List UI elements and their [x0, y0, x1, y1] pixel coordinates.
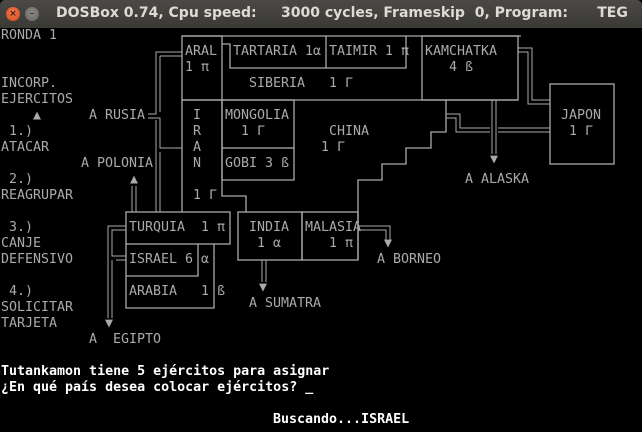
exit-egipto: A EGIPTO — [89, 332, 162, 347]
border-china-stairs — [357, 100, 447, 260]
link-kamchatka-japon — [518, 47, 550, 101]
country-iran-letter[interactable]: R — [193, 124, 201, 140]
country-siberia[interactable]: SIBERIA — [249, 76, 305, 92]
country-siberia-armies: 1 Γ — [329, 76, 354, 91]
exit-polonia: A POLONIA — [81, 156, 154, 171]
country-india-armies: 1 α — [257, 236, 282, 251]
round-label: RONDA 1 — [1, 28, 58, 43]
console-prompt-input[interactable]: ¿En qué país desea colocar ejércitos? _ — [1, 380, 313, 396]
window-title: DOSBox 0.74, Cpu speed: 3000 cycles, Fra… — [56, 5, 628, 21]
country-malasia-armies: 1 π — [329, 236, 354, 251]
menu-option-canje-line1[interactable]: CANJE — [1, 236, 41, 252]
egipto-arrow-icon: ▼ — [105, 316, 114, 331]
country-israel-armies: α — [201, 252, 210, 267]
country-tartaria[interactable]: TARTARIA 1α — [233, 44, 321, 60]
country-arabia[interactable]: ARABIA 1 ß — [129, 284, 225, 300]
link-egipto — [107, 225, 126, 318]
country-israel[interactable]: ISRAEL 6 — [129, 252, 193, 268]
dos-screen[interactable]: RONDA 1 INCORP. EJERCITOS ▲ 1.) ATACAR 2… — [1, 28, 641, 428]
menu-option-4-number[interactable]: 4.) — [9, 284, 33, 300]
borneo-arrow-icon: ▼ — [384, 236, 393, 251]
alaska-arrow-icon: ▼ — [490, 152, 499, 167]
sumatra-arrow-icon: ▼ — [259, 280, 268, 295]
country-gobi[interactable]: GOBI 3 ß — [225, 156, 289, 172]
menu-option-2-number[interactable]: 2.) — [9, 172, 33, 188]
menu-option-canje-line2[interactable]: DEFENSIVO — [1, 252, 73, 268]
country-iran-armies: 1 Γ — [193, 188, 218, 203]
country-mongolia-armies: 1 Γ — [241, 124, 266, 139]
country-china[interactable]: CHINA — [329, 124, 369, 140]
country-malasia[interactable]: MALASIA — [305, 220, 361, 236]
country-japon-armies: 1 Γ — [569, 124, 594, 139]
country-japon[interactable]: JAPON — [561, 108, 601, 124]
country-turquia[interactable]: TURQUIA 1 π — [129, 220, 225, 236]
country-taimir[interactable]: TAIMIR 1 π — [329, 44, 409, 60]
country-iran-letter[interactable]: N — [193, 156, 201, 172]
search-status: Buscando...ISRAEL — [273, 412, 410, 427]
country-kamchatka[interactable]: KAMCHATKA — [425, 44, 497, 60]
menu-incorp-line1[interactable]: INCORP. — [1, 76, 57, 92]
menu-incorp-line2[interactable]: EJERCITOS — [1, 92, 73, 108]
exit-rusia: A RUSIA — [89, 108, 146, 123]
menu-option-1-number[interactable]: 1.) — [9, 124, 33, 140]
exit-alaska: A ALASKA — [465, 172, 530, 187]
dosbox-window: × – DOSBox 0.74, Cpu speed: 3000 cycles,… — [0, 0, 642, 432]
link-rusia-b — [148, 117, 182, 149]
link-china-japon — [446, 113, 490, 129]
country-aral-armies: 1 π — [185, 60, 210, 75]
map-borders — [125, 35, 615, 309]
exit-sumatra: A SUMATRA — [249, 296, 322, 311]
menu-option-solicitar-line2[interactable]: TARJETA — [1, 316, 57, 332]
country-iran-letter[interactable]: A — [193, 140, 201, 156]
title-bar[interactable]: × – DOSBox 0.74, Cpu speed: 3000 cycles,… — [0, 0, 642, 28]
country-kamchatka-armies: 4 ß — [449, 60, 474, 75]
country-mongolia[interactable]: MONGOLIA — [225, 108, 289, 124]
console-message: Tutankamon tiene 5 ejércitos para asigna… — [1, 364, 330, 379]
menu-option-solicitar-line1[interactable]: SOLICITAR — [1, 300, 73, 316]
menu-option-reagrupar[interactable]: REAGRUPAR — [1, 188, 73, 204]
menu-option-3-number[interactable]: 3.) — [9, 220, 33, 236]
country-india[interactable]: INDIA — [249, 220, 289, 236]
menu-option-atacar[interactable]: ATACAR — [1, 140, 49, 156]
country-china-armies: 1 Γ — [321, 140, 346, 155]
minimize-button[interactable]: – — [25, 7, 39, 21]
polonia-arrow-icon: ▲ — [130, 172, 139, 187]
close-button[interactable]: × — [6, 7, 20, 21]
link-rusia — [148, 51, 182, 115]
country-iran-letter[interactable]: I — [193, 108, 201, 124]
exit-borneo: A BORNEO — [377, 252, 442, 267]
menu-pointer-icon: ▲ — [33, 108, 42, 123]
country-aral[interactable]: ARAL — [185, 44, 217, 60]
